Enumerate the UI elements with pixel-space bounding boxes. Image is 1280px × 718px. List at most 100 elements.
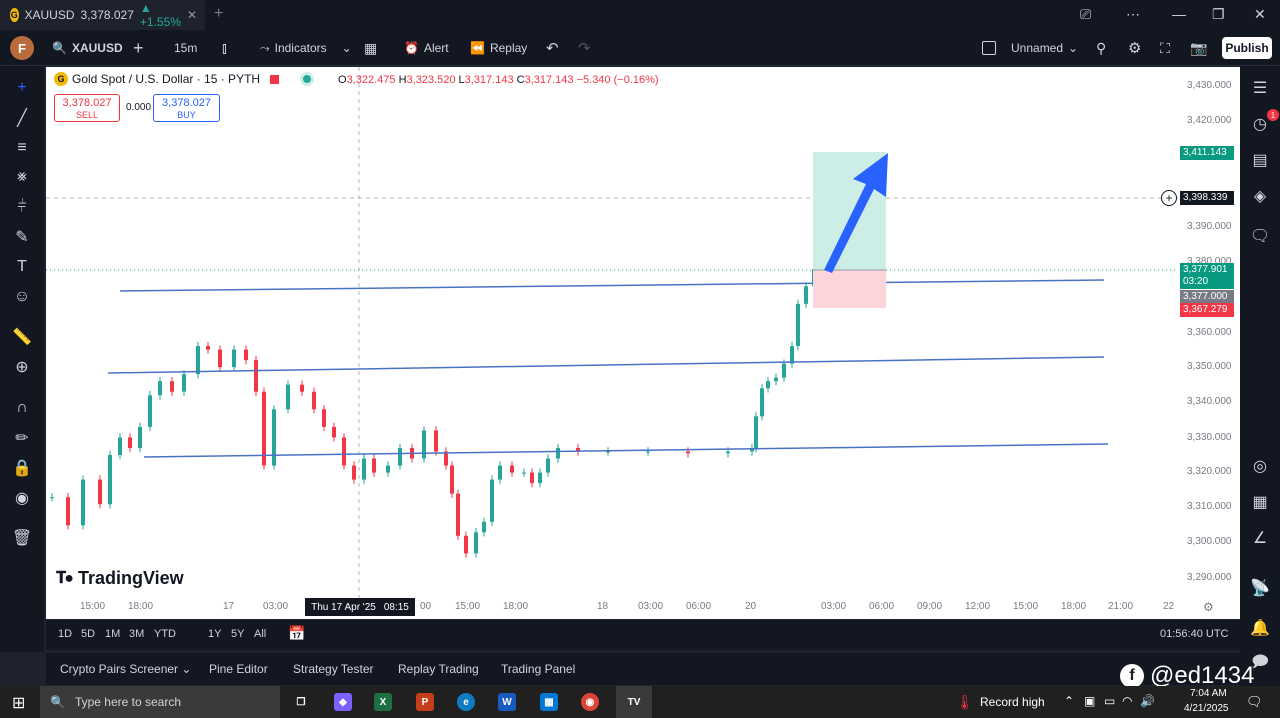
tray-chevron-up-icon[interactable]: ⌃ bbox=[1064, 694, 1074, 708]
more-icon[interactable]: ⋯ bbox=[1126, 6, 1140, 23]
range-1y[interactable]: 1Y bbox=[208, 628, 221, 640]
brush-icon[interactable]: ✎ bbox=[12, 227, 32, 247]
publish-button[interactable]: Publish bbox=[1222, 37, 1272, 59]
close-tab-icon[interactable]: ✕ bbox=[187, 8, 197, 22]
entry-price-tag: 3,377.000 bbox=[1180, 290, 1234, 304]
buy-button[interactable]: 3,378.027 BUY bbox=[153, 94, 220, 122]
excel-icon[interactable]: X bbox=[374, 693, 392, 711]
edge-icon[interactable]: e bbox=[457, 693, 475, 711]
interval-button[interactable]: 15m bbox=[174, 30, 197, 66]
goto-date-icon[interactable]: 📅 bbox=[288, 625, 305, 642]
range-1m[interactable]: 1M bbox=[105, 628, 120, 640]
tab-strategy-tester[interactable]: Strategy Tester bbox=[293, 662, 373, 676]
task-view-icon[interactable]: ❐ bbox=[292, 693, 310, 711]
sell-button[interactable]: 3,378.027 SELL bbox=[54, 94, 120, 122]
lock-icon[interactable]: 🔒 bbox=[12, 458, 32, 478]
close-window-icon[interactable]: ✕ bbox=[1254, 6, 1266, 23]
copilot-icon[interactable]: ◆ bbox=[334, 693, 352, 711]
add-alert-plus-icon[interactable]: + bbox=[1161, 190, 1177, 206]
pencil-lock-icon[interactable]: ✏ bbox=[12, 428, 32, 448]
replay-button[interactable]: ⏪ Replay bbox=[470, 30, 527, 66]
zoom-in-icon[interactable]: ⊕ bbox=[12, 357, 32, 377]
quick-search-icon[interactable]: ⚲ bbox=[1096, 30, 1106, 66]
crosshair-icon[interactable]: + bbox=[12, 78, 32, 98]
change-value: −5.340 (−0.16%) bbox=[576, 74, 659, 86]
taskbar-time[interactable]: 7:04 AM bbox=[1190, 688, 1227, 699]
taskbar-search[interactable]: 🔍 Type here to search bbox=[40, 686, 280, 718]
price-label: 3,390.000 bbox=[1187, 221, 1232, 232]
candles-icon[interactable]: ⫾ bbox=[222, 30, 227, 66]
browser-tab-xauusd[interactable]: G XAUUSD 3,378.027 ▲ +1.55% ✕ bbox=[0, 0, 205, 30]
candle-body bbox=[474, 532, 478, 554]
range-6m[interactable]: YTD bbox=[154, 628, 176, 640]
trash-icon[interactable]: 🗑 bbox=[12, 528, 32, 548]
target-icon[interactable]: ◎ bbox=[1250, 456, 1270, 476]
forecast-icon[interactable]: ⫩ bbox=[12, 197, 32, 217]
text-icon[interactable]: T bbox=[12, 257, 32, 277]
layout-button[interactable]: Unnamed ⌄ bbox=[982, 30, 1078, 66]
minimize-icon[interactable]: — bbox=[1172, 6, 1186, 22]
windows-start-icon[interactable]: ⊞ bbox=[12, 693, 25, 713]
range-3m[interactable]: 3M bbox=[129, 628, 144, 640]
store-icon[interactable]: ▦ bbox=[540, 693, 558, 711]
tab-trading-panel[interactable]: Trading Panel bbox=[501, 662, 575, 676]
signal-icon[interactable]: ∠ bbox=[1250, 528, 1270, 548]
restore-icon[interactable]: ❐ bbox=[1212, 6, 1225, 23]
trend-line-icon[interactable]: ╱ bbox=[12, 108, 32, 128]
fullscreen-icon[interactable]: ⛶ bbox=[1160, 30, 1170, 66]
flag-icon[interactable] bbox=[270, 74, 280, 84]
tradingview-logo[interactable]: 𝐓● TradingView bbox=[56, 568, 184, 589]
undo-icon[interactable]: ↶ bbox=[546, 30, 559, 66]
bell-icon[interactable]: 🔔 bbox=[1250, 618, 1270, 638]
price-chart-svg[interactable] bbox=[46, 67, 1240, 619]
emoji-icon[interactable]: ☺ bbox=[12, 287, 32, 307]
range-5d[interactable]: 5D bbox=[81, 628, 95, 640]
compare-symbol-icon[interactable]: + bbox=[133, 30, 144, 66]
tab-replay-trading[interactable]: Replay Trading bbox=[398, 662, 479, 676]
ruler-icon[interactable]: 📏 bbox=[12, 327, 32, 347]
notifications-icon[interactable]: 🗨 bbox=[1246, 694, 1263, 710]
chat-icon[interactable]: 🗨 bbox=[1250, 226, 1270, 246]
chrome-icon[interactable]: ◉ bbox=[581, 693, 599, 711]
chart-canvas[interactable] bbox=[46, 67, 1240, 619]
powerpoint-icon[interactable]: P bbox=[416, 693, 434, 711]
candle-body bbox=[272, 409, 276, 466]
watchlist-icon[interactable]: ☰ bbox=[1250, 78, 1270, 98]
layers-icon[interactable]: ◈ bbox=[1250, 186, 1270, 206]
tab-crypto-pairs-screener[interactable]: Crypto Pairs Screener ⌄ bbox=[60, 662, 191, 676]
volume-icon[interactable]: 🔊 bbox=[1140, 694, 1155, 708]
range-1d[interactable]: 1D bbox=[58, 628, 72, 640]
user-avatar[interactable]: F bbox=[10, 36, 34, 60]
fib-lines-icon[interactable]: ≡ bbox=[12, 138, 32, 158]
candle-body bbox=[766, 381, 770, 389]
symbol-search-button[interactable]: 🔍 XAUUSD bbox=[52, 30, 123, 66]
magnet-icon[interactable]: ∩ bbox=[12, 398, 32, 418]
eye-icon[interactable]: ◉ bbox=[12, 488, 32, 508]
utc-clock[interactable]: 01:56:40 UTC bbox=[1160, 628, 1228, 640]
axis-settings-gear-icon[interactable]: ⚙ bbox=[1203, 600, 1214, 614]
range-all[interactable]: All bbox=[254, 628, 266, 640]
tab-price: 3,378.027 bbox=[80, 8, 134, 22]
time-label: 20 bbox=[745, 601, 757, 612]
news-icon[interactable]: ▤ bbox=[1250, 150, 1270, 170]
tab-pine-editor[interactable]: Pine Editor bbox=[209, 662, 268, 676]
battery-icon[interactable]: ▭ bbox=[1104, 694, 1115, 708]
new-tab-icon[interactable]: + bbox=[214, 5, 223, 23]
broadcast-icon[interactable]: 📡 bbox=[1250, 578, 1270, 598]
camera-icon[interactable]: 📷 bbox=[1190, 30, 1207, 66]
wifi-icon[interactable]: ◠ bbox=[1122, 694, 1132, 708]
templates-icon[interactable]: ▦ bbox=[364, 30, 377, 66]
range-5y[interactable]: 5Y bbox=[231, 628, 244, 640]
redo-icon[interactable]: ↷ bbox=[578, 30, 591, 66]
word-icon[interactable]: W bbox=[498, 693, 516, 711]
settings-gear-icon[interactable]: ⚙ bbox=[1128, 30, 1141, 66]
indicators-button[interactable]: ⤳ Indicators ⌄ bbox=[260, 30, 352, 66]
alert-button[interactable]: ⏰ Alert bbox=[404, 30, 449, 66]
tray-app-icon[interactable]: ▣ bbox=[1084, 694, 1095, 708]
taskbar-date[interactable]: 4/21/2025 bbox=[1184, 703, 1229, 714]
weather-text[interactable]: Record high bbox=[980, 695, 1045, 709]
cast-icon[interactable]: ⎚ bbox=[1080, 6, 1091, 23]
tradingview-taskbar-icon[interactable]: TV bbox=[616, 686, 652, 718]
calendar-icon[interactable]: ▦ bbox=[1250, 492, 1270, 512]
patterns-icon[interactable]: ⨳ bbox=[12, 167, 32, 187]
